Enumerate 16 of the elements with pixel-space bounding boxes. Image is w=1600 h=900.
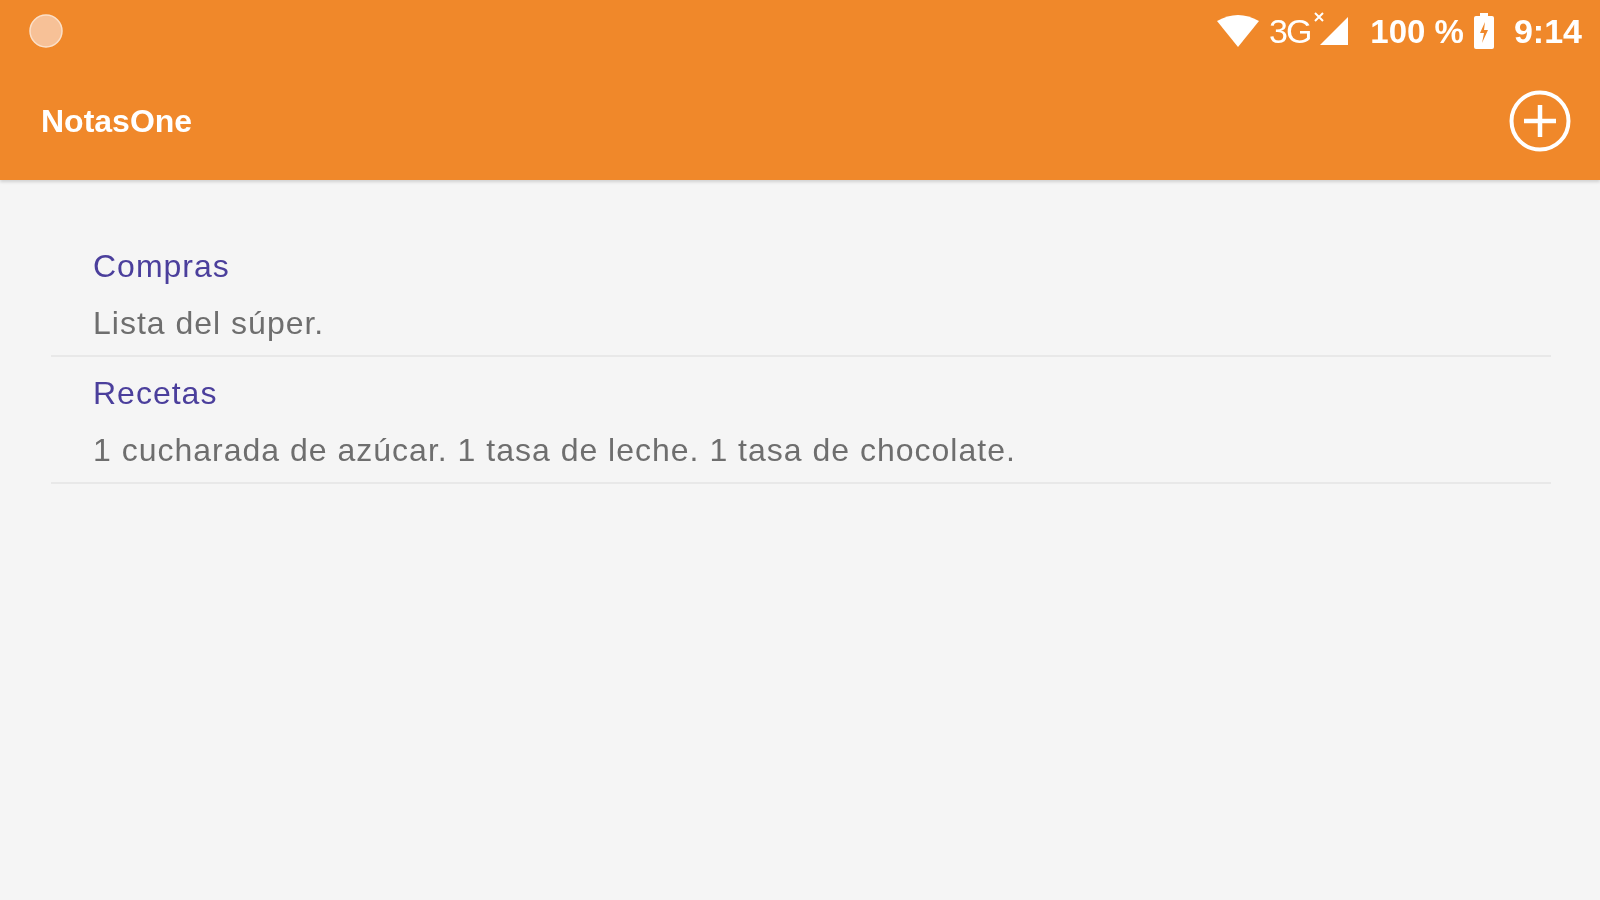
battery-percent-label: 100 % — [1370, 14, 1464, 48]
wifi-icon — [1217, 15, 1259, 47]
add-note-button[interactable] — [1509, 90, 1571, 152]
notification-dot-icon — [29, 14, 63, 48]
clock-time: 9:14 — [1513, 14, 1582, 48]
note-title: Compras — [93, 247, 230, 286]
battery-charging-icon — [1473, 13, 1494, 49]
cellular-signal-icon — [1314, 11, 1351, 47]
note-preview: 1 cucharada de azúcar. 1 tasa de leche. 1 tasa de chocolate. — [93, 431, 1016, 470]
app-title: NotasOne — [41, 102, 193, 141]
note-title: Recetas — [93, 374, 218, 413]
note-list-item[interactable]: Compras Lista del súper. — [51, 230, 1551, 357]
note-preview: Lista del súper. — [93, 304, 325, 343]
note-list-item[interactable]: Recetas 1 cucharada de azúcar. 1 tasa de leche. 1 tasa de chocolate. — [51, 357, 1551, 484]
add-icon — [1509, 90, 1571, 152]
network-type-label: 3G — [1269, 14, 1311, 48]
